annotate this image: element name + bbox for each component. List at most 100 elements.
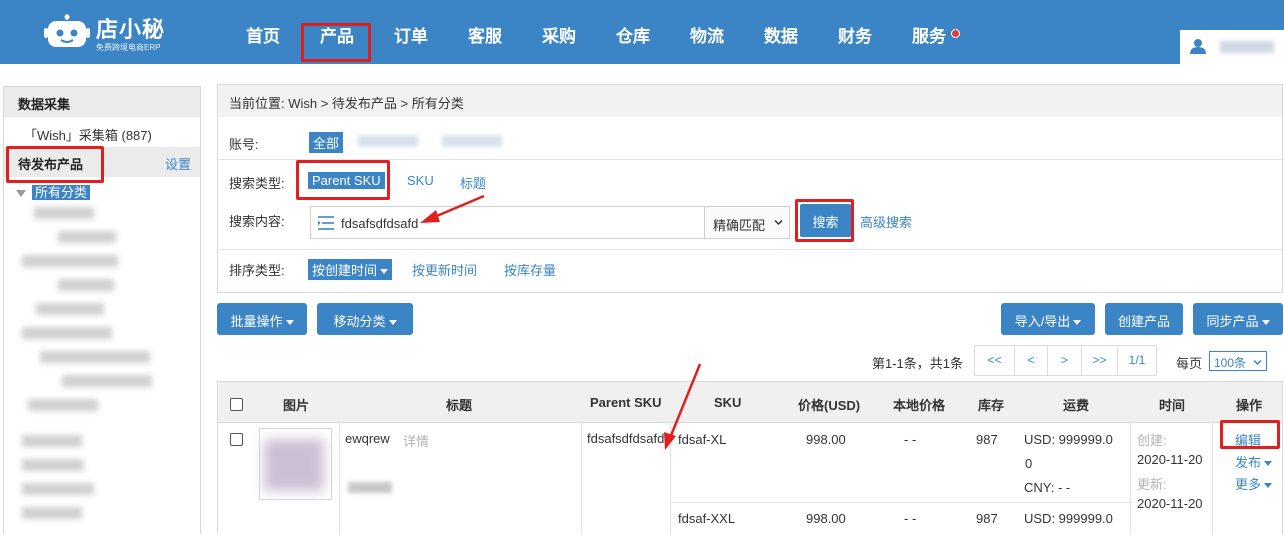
highlight-box-pending xyxy=(6,146,104,183)
multi-line-list-icon[interactable] xyxy=(318,216,334,230)
account-option-blurred[interactable] xyxy=(442,135,502,147)
sidebar-item-wish-collect-box[interactable]: 「Wish」采集箱 (887) xyxy=(4,117,200,147)
blurred-category[interactable] xyxy=(28,399,98,411)
sort-by-stock[interactable]: 按库存量 xyxy=(504,260,556,279)
row-checkbox[interactable] xyxy=(230,433,243,446)
updated-date: 2020-11-20 xyxy=(1137,496,1203,511)
per-page-label: 每页 xyxy=(1176,356,1203,371)
sort-by-created-label: 按创建时间 xyxy=(312,263,378,278)
user-menu[interactable] xyxy=(1180,30,1284,64)
variant-shipping-cny: CNY: - - xyxy=(1024,480,1071,495)
nav-customer-service[interactable]: 客服 xyxy=(468,22,502,47)
more-menu[interactable]: 更多 xyxy=(1235,474,1273,493)
col-title: 标题 xyxy=(446,398,473,413)
col-sku: SKU xyxy=(714,395,742,410)
last-page-button[interactable]: >> xyxy=(1082,346,1118,375)
blurred-category[interactable] xyxy=(34,207,94,219)
move-category-button[interactable]: 移动分类 xyxy=(317,303,413,335)
variant-sku: fdsaf-XL xyxy=(678,432,727,447)
more-label: 更多 xyxy=(1235,477,1262,492)
blurred-category[interactable] xyxy=(62,375,152,387)
tree-expand-icon[interactable] xyxy=(16,190,26,198)
pager: << < > >> 1/1 xyxy=(974,345,1157,376)
blurred-category[interactable] xyxy=(22,459,84,471)
product-table: 图片 标题 Parent SKU SKU 价格(USD) 本地价格 库存 运费 … xyxy=(217,381,1283,535)
per-page-select[interactable]: 100条 xyxy=(1209,351,1267,371)
user-icon xyxy=(1190,39,1206,54)
pagination-info: 第1-1条，共1条 xyxy=(872,356,964,371)
move-category-label: 移动分类 xyxy=(333,314,386,329)
sort-by-created[interactable]: 按创建时间 xyxy=(308,259,393,280)
product-thumbnail[interactable] xyxy=(259,428,332,500)
chevron-down-icon xyxy=(774,219,783,226)
search-content-label: 搜索内容: xyxy=(229,214,285,229)
nav-data[interactable]: 数据 xyxy=(764,22,798,47)
first-page-button[interactable]: << xyxy=(975,346,1015,375)
account-option-blurred[interactable] xyxy=(358,135,418,147)
product-title[interactable]: ewqrew xyxy=(345,431,390,446)
highlight-box-search xyxy=(795,199,854,242)
nav-purchase[interactable]: 采购 xyxy=(542,22,576,47)
variant-stock: 987 xyxy=(976,432,998,447)
variant-sku: fdsaf-XXL xyxy=(678,511,736,526)
batch-operations-button[interactable]: 批量操作 xyxy=(217,303,307,335)
blurred-category[interactable] xyxy=(58,231,116,243)
variant-shipping-usd: USD: 999999.0 xyxy=(1024,511,1113,526)
blurred-category[interactable] xyxy=(22,255,118,267)
nav-services[interactable]: 服务 xyxy=(912,22,946,47)
updated-label: 更新: xyxy=(1137,477,1167,492)
robot-logo-icon xyxy=(44,14,90,47)
nav-finance[interactable]: 财务 xyxy=(838,22,872,47)
next-page-button[interactable]: > xyxy=(1048,346,1082,375)
created-label: 创建: xyxy=(1137,433,1167,448)
match-mode-value: 精确匹配 xyxy=(713,218,766,233)
tree-root-all-categories[interactable]: 所有分类 xyxy=(16,185,91,200)
variant-stock: 987 xyxy=(976,511,998,526)
chevron-down-icon xyxy=(1253,359,1262,366)
page-indicator[interactable]: 1/1 xyxy=(1118,346,1156,375)
blurred-category[interactable] xyxy=(58,279,114,291)
sidebar-section-collect: 数据采集 xyxy=(4,87,200,117)
variant-price: 998.00 xyxy=(806,511,846,526)
blurred-category[interactable] xyxy=(22,327,112,339)
col-time: 时间 xyxy=(1159,398,1186,413)
col-price: 价格(USD) xyxy=(798,398,861,413)
account-label: 账号: xyxy=(229,137,259,152)
divider xyxy=(670,423,671,535)
brand-name: 店小秘 xyxy=(96,17,166,42)
prev-page-button[interactable]: < xyxy=(1015,346,1048,375)
import-export-button[interactable]: 导入/导出 xyxy=(1001,303,1095,335)
logo[interactable]: 店小秘 免费跨境电商ERP xyxy=(44,10,184,56)
blurred-category[interactable] xyxy=(22,483,94,495)
nav-orders[interactable]: 订单 xyxy=(394,22,428,47)
sync-product-button[interactable]: 同步产品 xyxy=(1193,303,1283,335)
brand-tagline: 免费跨境电商ERP xyxy=(96,43,161,52)
nav-home[interactable]: 首页 xyxy=(246,22,280,47)
nav-warehouse[interactable]: 仓库 xyxy=(616,22,650,47)
blurred-category[interactable] xyxy=(22,507,82,519)
advanced-search-link[interactable]: 高级搜索 xyxy=(860,212,912,231)
col-operations: 操作 xyxy=(1236,398,1263,413)
select-all-checkbox[interactable] xyxy=(230,398,243,411)
nav-logistics[interactable]: 物流 xyxy=(690,22,724,47)
search-type-sku[interactable]: SKU xyxy=(407,173,434,188)
account-all-option[interactable]: 全部 xyxy=(309,132,344,153)
blurred-text xyxy=(348,482,392,493)
top-nav-bar: 店小秘 免费跨境电商ERP 首页 产品 订单 客服 采购 仓库 物流 数据 财务… xyxy=(0,0,1284,64)
blurred-category[interactable] xyxy=(40,351,150,363)
parent-sku-value: fdsafsdfdsafd xyxy=(587,431,665,446)
blurred-category[interactable] xyxy=(36,303,104,315)
create-product-button[interactable]: 创建产品 xyxy=(1105,303,1183,335)
match-mode-select[interactable]: 精确匹配 xyxy=(704,206,790,239)
sidebar-settings-link[interactable]: 设置 xyxy=(165,154,191,173)
breadcrumb: 当前位置: Wish > 待发布产品 > 所有分类 xyxy=(218,85,1282,117)
search-type-title[interactable]: 标题 xyxy=(460,173,486,192)
publish-menu[interactable]: 发布 xyxy=(1235,452,1273,471)
search-type-label: 搜索类型: xyxy=(229,176,285,191)
variant-shipping-usd: USD: 999999.0 xyxy=(1024,432,1113,447)
col-local-price: 本地价格 xyxy=(893,398,946,413)
product-detail-link[interactable]: 详情 xyxy=(403,431,429,450)
caret-down-icon xyxy=(1073,320,1082,326)
blurred-category[interactable] xyxy=(22,435,82,447)
sort-by-updated[interactable]: 按更新时间 xyxy=(412,260,477,279)
